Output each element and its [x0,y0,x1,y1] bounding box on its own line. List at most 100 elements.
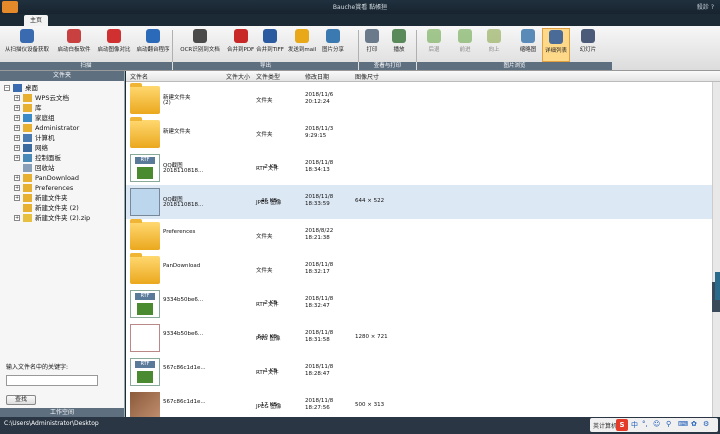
ribbon-button-13[interactable]: 前进 [456,28,474,62]
image-thumbnail[interactable] [130,324,160,352]
ime-punctuation-icon[interactable]: °, [642,420,648,428]
folder-thumbnail[interactable] [130,117,160,148]
expand-icon[interactable]: + [14,145,20,151]
computer-icon [23,134,32,142]
tree-item[interactable]: + 网络 [0,143,124,153]
search-button[interactable]: 查找 [6,395,36,405]
file-row[interactable]: 9334b50be6...2 KBRTF 文件2018/11/818:32:47 [126,287,712,321]
ribbon-button-16[interactable]: 详细列表 [542,28,570,62]
ime-chinese-mode-icon[interactable]: 中 [631,420,638,430]
tree-item[interactable]: + 新建文件夹 [0,193,124,203]
file-time: 18:32:17 [305,269,330,275]
tree-item[interactable]: + 库 [0,103,124,113]
expand-icon[interactable]: + [14,125,20,131]
ime-skin-icon[interactable]: ✿ [691,420,697,428]
rtf-file-thumbnail[interactable] [130,358,160,386]
rtf-file-thumbnail[interactable] [130,290,160,318]
folder-icon [23,204,32,212]
ribbon-button-15[interactable]: 缩略图 [518,28,538,62]
tree-item[interactable]: + 计算机 [0,133,124,143]
compare-icon [107,29,121,43]
whiteboard-icon [67,29,81,43]
column-header-size[interactable]: 文件大小 [226,72,250,81]
ime-voice-icon[interactable]: ⚲ [666,420,671,428]
file-row[interactable]: 新建文件夹 (2) 文件夹 2018/11/6 20:12:24 [126,83,712,117]
file-name: PanDownload [163,263,201,269]
tree-item[interactable]: + PanDownload [0,173,124,183]
ribbon-button-8[interactable]: 发送到mail [285,28,319,62]
ribbon-button-label: 缩略图 [519,47,537,53]
vertical-scrollbar[interactable] [712,82,720,417]
folder-thumbnail[interactable] [130,219,160,250]
file-row[interactable]: PanDownload 文件夹 2018/11/8 18:32:17 [126,253,712,287]
column-header-name[interactable]: 文件名 [130,72,148,81]
ime-keyboard-icon[interactable]: ⌨ [678,420,688,428]
ribbon-button-4[interactable]: 启动翻台程序 [134,28,172,62]
image-thumbnail[interactable] [130,392,160,420]
ribbon-button-14[interactable]: 向上 [485,28,503,62]
folder-thumbnail[interactable] [130,83,160,114]
expand-icon[interactable]: + [14,105,20,111]
tree-item[interactable]: + 家庭组 [0,113,124,123]
file-row[interactable]: 新建文件夹 文件夹 2018/11/3 9:29:15 [126,117,712,151]
expand-icon[interactable]: + [14,115,20,121]
expand-icon[interactable]: + [14,185,20,191]
collapse-icon[interactable]: − [4,85,10,91]
expand-icon[interactable]: + [14,175,20,181]
folder-thumbnail[interactable] [130,253,160,284]
ribbon-button-9[interactable]: 图片分享 [320,28,346,62]
column-header-type[interactable]: 文件类型 [256,72,280,81]
file-row[interactable]: 567c86c1d1e... 17 KB JPEG 图像 2018/11/8 18:27… [126,389,712,420]
ribbon-button-2[interactable]: 启动白板软件 [55,28,93,62]
tab-home[interactable]: 主页 [24,15,48,26]
file-type: 文件夹 [256,132,273,138]
tree-item-label: 桌面 [25,84,38,92]
program-icon [146,29,160,43]
file-row[interactable]: 9334b50be6... 840 KB PNG 图像 2018/11/8 18:31:… [126,321,712,355]
tree-item[interactable]: + 控制面板 [0,153,124,163]
help-link[interactable]: 殺診 ? [697,2,714,11]
column-header-modified[interactable]: 修改日期 [305,72,329,81]
tree-item[interactable]: + WPS云文档 [0,93,124,103]
file-name: 新建文件夹 [163,129,191,135]
ribbon-button-3[interactable]: 启动图像对比 [95,28,133,62]
expand-icon[interactable]: + [14,215,20,221]
expand-icon[interactable]: + [14,95,20,101]
file-row[interactable]: Preferences 文件夹 2018/8/22 18:21:38 [126,219,712,253]
expand-icon[interactable]: + [14,155,20,161]
tree-item[interactable]: + 新建文件夹 (2).zip [0,213,124,223]
ribbon-button-17[interactable]: 幻灯片 [577,28,599,62]
tree-item[interactable]: + Preferences [0,183,124,193]
tree-item[interactable]: − 桌面 [0,83,124,93]
sogou-ime-icon[interactable]: S [616,419,628,431]
ribbon-button-11[interactable]: 播放 [389,28,409,62]
ribbon-button-6[interactable]: 合并到PDF [227,28,254,62]
image-thumbnail[interactable] [130,188,160,216]
workspace-footer[interactable]: 工作空间 [0,408,124,417]
file-row[interactable]: QQ截图 2018110818... 46 KB JPEG 图像 2018/11/8 18… [126,185,712,219]
ribbon-button-10[interactable]: 打印 [362,28,382,62]
ribbon-button-label: 合并到PDF [227,47,255,53]
file-type: RTF 文件 [256,370,279,376]
file-row[interactable]: QQ截图2018110818...2 KBRTF 文件2018/11/818:3… [126,151,712,185]
file-date: 2018/11/3 [305,126,334,132]
expand-icon[interactable]: + [14,135,20,141]
ime-settings-icon[interactable]: ⚙ [703,420,709,428]
ribbon-button-5[interactable]: OCR识别到文档 [175,28,225,62]
ribbon-button-label: 图片分享 [321,47,344,53]
file-date: 2018/11/8 [305,160,334,166]
side-edge-tab[interactable] [715,272,720,300]
ribbon-button-7[interactable]: 合并到TIFF [256,28,284,62]
folder-panel-header: 文件夹 [0,71,124,81]
ribbon-button-12[interactable]: 后退 [425,28,443,62]
column-header-dimensions[interactable]: 图像尺寸 [355,72,379,81]
file-row[interactable]: 567c86c1d1e...1 KBRTF 文件2018/11/818:28:4… [126,355,712,389]
tree-item[interactable]: + Administrator [0,123,124,133]
ribbon-button-1[interactable]: 从扫描仪设备获取 [4,28,50,62]
ime-emoji-icon[interactable]: ☺ [653,420,660,428]
tree-item[interactable]: 新建文件夹 (2) [0,203,124,213]
rtf-file-thumbnail[interactable] [130,154,160,182]
tree-item[interactable]: 回收站 [0,163,124,173]
expand-icon[interactable]: + [14,195,20,201]
search-input[interactable] [6,375,98,386]
